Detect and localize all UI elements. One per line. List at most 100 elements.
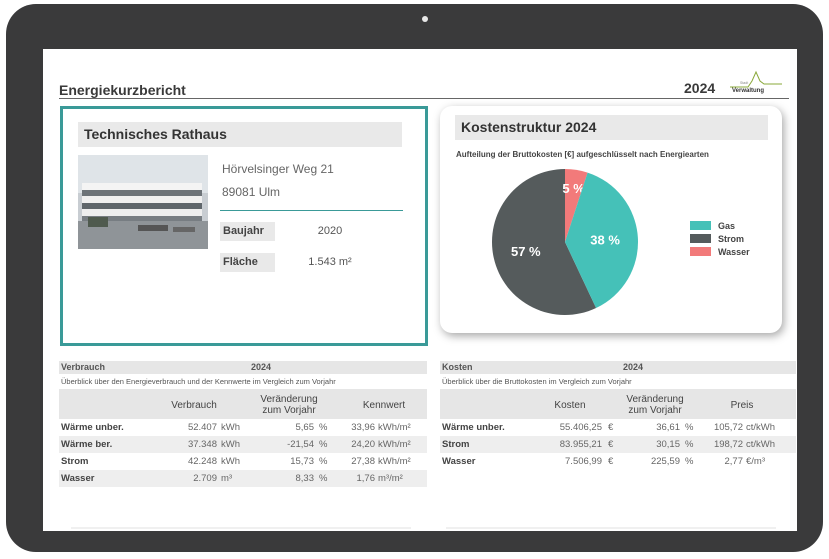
legend-item-gas: Gas xyxy=(690,219,750,232)
row-kennwert-unit: kWh/m² xyxy=(378,422,411,433)
row-name: Wasser xyxy=(61,473,95,484)
report-screen: Energiekurzbericht 2024 Stadt Verwaltung… xyxy=(43,49,797,531)
cost-structure-card: Kostenstruktur 2024 Aufteilung der Brutt… xyxy=(440,106,782,333)
kosten-year: 2024 xyxy=(623,362,644,372)
row-unit: € xyxy=(608,422,614,433)
row-name: Wärme unber. xyxy=(442,422,505,433)
kosten-description: Überblick über die Bruttokosten im Vergl… xyxy=(442,377,632,386)
kosten-title-bar xyxy=(440,361,796,374)
col-verbrauch: Verbrauch xyxy=(171,400,217,411)
flaeche-value: 1.543 xyxy=(308,256,336,268)
row-change: 225,59 xyxy=(650,456,680,467)
row-preis: 105,72 xyxy=(713,422,743,433)
pie-label-strom: 57 % xyxy=(511,244,541,259)
row-preis: 2,77 xyxy=(724,456,744,467)
row-unit: € xyxy=(608,456,614,467)
row-value: 52.407 xyxy=(187,422,217,433)
table-row: Strom 83.955,21 €30,15% 198,72 ct/kWh xyxy=(440,436,796,453)
legend-item-wasser: Wasser xyxy=(690,245,750,258)
row-unit: kWh xyxy=(221,439,240,450)
row-change: 30,15 xyxy=(656,439,680,450)
table-row: Wärme ber. 37.348 kWh -21,54% 24,20 kWh/m² xyxy=(59,436,427,453)
table-row: Wasser 7.506,99 €225,59% 2,77 €/m³ xyxy=(440,453,796,470)
row-kennwert-unit: kWh/m² xyxy=(378,439,411,450)
table-row: Wasser 2.709 m³ 8,33% 1,76 m³/m² xyxy=(59,470,427,487)
building-card: Technisches Rathaus Hörvelsinger Weg 21 … xyxy=(60,106,428,346)
row-unit: m³ xyxy=(221,473,233,484)
legend-swatch-strom xyxy=(690,234,711,243)
row-percent: % xyxy=(685,456,694,467)
building-photo xyxy=(78,155,208,249)
col-kennwert: Kennwert xyxy=(362,400,406,411)
row-change: 8,33 xyxy=(295,473,315,484)
row-percent: % xyxy=(319,456,328,467)
row-name: Wärme unber. xyxy=(61,422,124,433)
building-name: Technisches Rathaus xyxy=(78,122,402,147)
legend-swatch-gas xyxy=(690,221,711,230)
header-divider xyxy=(59,98,789,99)
row-value: 7.506,99 xyxy=(565,456,602,467)
row-preis: 198,72 xyxy=(713,439,743,450)
row-percent: % xyxy=(685,422,694,433)
row-change: 15,73 xyxy=(290,456,314,467)
row-kennwert-unit: m³/m² xyxy=(378,473,403,484)
pie-legend: Gas Strom Wasser xyxy=(690,219,750,258)
kosten-title: Kosten xyxy=(442,362,473,372)
baujahr-label: Baujahr xyxy=(220,222,275,241)
legend-label-strom: Strom xyxy=(718,233,745,244)
row-unit: kWh xyxy=(221,422,240,433)
row-name: Strom xyxy=(61,456,89,467)
row-kennwert: 1,76 xyxy=(356,473,376,484)
row-value: 2.709 xyxy=(193,473,217,484)
table-row: Wärme unber. 52.407 kWh 5,65% 33,96 kWh/m² xyxy=(59,419,427,436)
col-kosten: Kosten xyxy=(554,400,586,411)
legend-label-gas: Gas xyxy=(718,220,736,231)
row-kennwert-unit: kWh/m² xyxy=(378,456,411,467)
row-kennwert: 24,20 xyxy=(351,439,375,450)
report-title: Energiekurzbericht xyxy=(59,82,186,98)
flaeche-unit: m² xyxy=(338,256,352,268)
legend-label-wasser: Wasser xyxy=(718,246,750,257)
kosten-table: Kosten 2024 Überblick über die Bruttokos… xyxy=(440,361,796,521)
next-card-edge-left xyxy=(71,527,411,529)
verbrauch-table: Verbrauch 2024 Überblick über den Energi… xyxy=(59,361,427,521)
verbrauch-description: Überblick über den Energieverbrauch und … xyxy=(61,377,336,386)
row-value: 37.348 xyxy=(187,439,217,450)
row-value: 83.955,21 xyxy=(559,439,602,450)
legend-item-strom: Strom xyxy=(690,232,750,245)
building-street: Hörvelsinger Weg 21 xyxy=(222,162,334,176)
building-city: 89081 Ulm xyxy=(222,185,281,199)
row-name: Wärme ber. xyxy=(61,439,113,450)
report-year: 2024 xyxy=(684,80,716,96)
row-value: 42.248 xyxy=(187,456,217,467)
table-row: Wärme unber. 55.406,25 €36,61% 105,72 ct/kWh xyxy=(440,419,796,436)
row-change: -21,54 xyxy=(287,439,314,450)
row-name: Wasser xyxy=(442,456,476,467)
col-change-line2: zum Vorjahr xyxy=(262,405,316,416)
cost-structure-title: Kostenstruktur 2024 xyxy=(455,115,768,140)
row-preis-unit: ct/kWh xyxy=(746,422,776,433)
row-kennwert: 27,38 xyxy=(351,456,375,467)
row-change: 5,65 xyxy=(295,422,315,433)
row-value: 55.406,25 xyxy=(559,422,602,433)
flaeche-value-group: 1.543 m² xyxy=(285,253,375,272)
legend-swatch-wasser xyxy=(690,247,711,256)
row-unit: € xyxy=(608,439,614,450)
col-change-line1: Veränderung xyxy=(260,394,318,405)
row-name: Strom xyxy=(442,439,470,450)
col-preis: Preis xyxy=(730,400,754,411)
baujahr-value: 2020 xyxy=(317,225,343,237)
col-kosten-change-line2: zum Vorjahr xyxy=(628,405,682,416)
logo-text: Verwaltung xyxy=(732,88,764,94)
verbrauch-title-bar xyxy=(59,361,427,374)
pie-label-gas: 38 % xyxy=(590,232,620,247)
verbrauch-year: 2024 xyxy=(251,362,272,372)
row-percent: % xyxy=(319,439,328,450)
row-percent: % xyxy=(319,422,328,433)
camera-dot xyxy=(422,16,428,22)
row-change: 36,61 xyxy=(656,422,680,433)
table-row: Strom 42.248 kWh 15,73% 27,38 kWh/m² xyxy=(59,453,427,470)
logo-small-text: Stadt xyxy=(740,81,748,85)
row-percent: % xyxy=(685,439,694,450)
city-logo: Stadt Verwaltung xyxy=(726,69,786,95)
